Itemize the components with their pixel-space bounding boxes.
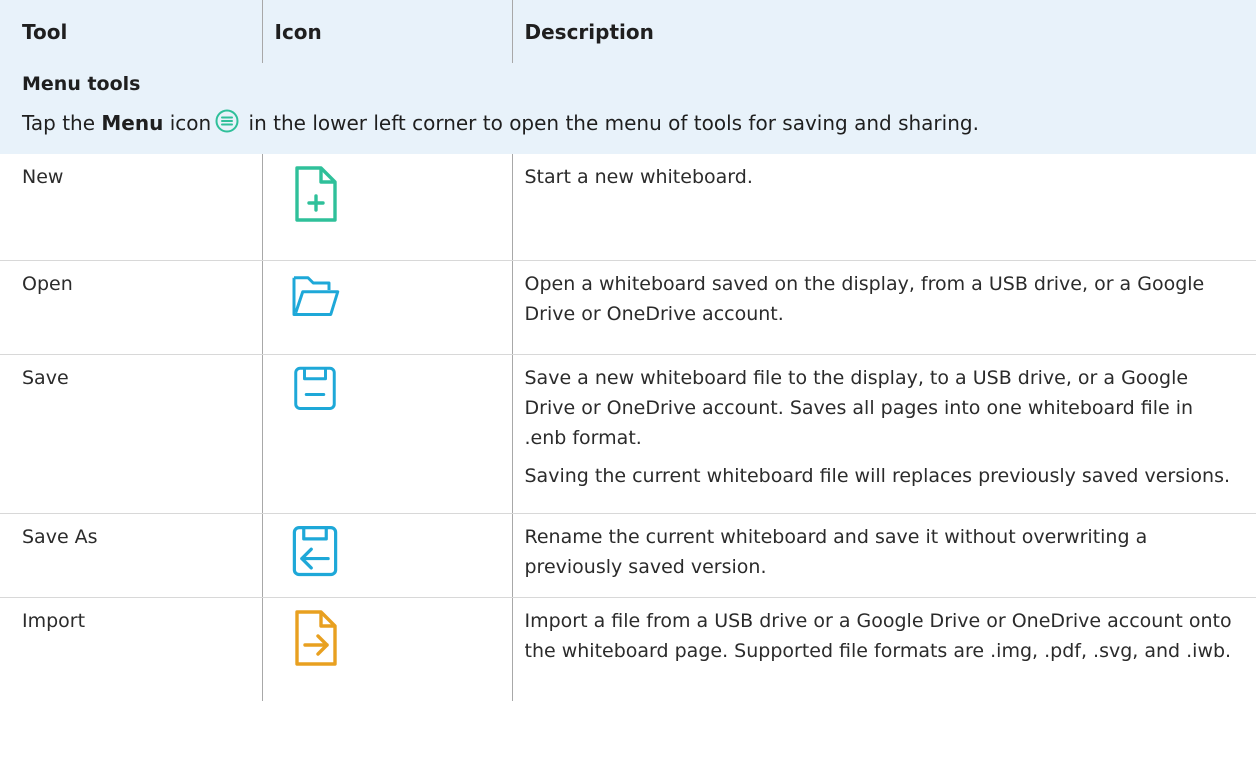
intro-text-pre: Tap the [22, 111, 102, 135]
section-title: Menu tools [0, 63, 1256, 103]
import-file-icon [294, 609, 337, 666]
table-row: Import Import a file from a USB drive or… [0, 597, 1256, 701]
section-intro: Tap the Menu icon in the lower left corn… [0, 103, 1256, 154]
table-header-row: Tool Icon Description [0, 0, 1256, 63]
description-cell: Import a file from a USB drive or a Goog… [512, 597, 1256, 701]
description-text: Start a new whiteboard. [524, 166, 753, 188]
description-text: Rename the current whiteboard and save i… [524, 525, 1148, 578]
description-text: Save a new whiteboard file to the displa… [524, 366, 1194, 449]
table-row: New Start a new whiteboard. [0, 154, 1256, 261]
icon-cell [261, 513, 513, 598]
tool-name: Save [0, 354, 262, 514]
header-description: Description [512, 0, 1256, 63]
document-page: Tool Icon Description Menu tools Tap the… [0, 0, 1256, 761]
section-row: Menu tools [0, 63, 1256, 103]
description-text: Open a whiteboard saved on the display, … [524, 272, 1205, 325]
table-row: Save As Rename the current whiteboard an… [0, 513, 1256, 598]
description-cell: Rename the current whiteboard and save i… [512, 513, 1256, 598]
header-tool: Tool [0, 0, 263, 63]
tools-table: Tool Icon Description Menu tools Tap the… [0, 0, 1256, 701]
description-cell: Save a new whiteboard file to the displa… [512, 354, 1256, 514]
description-text: Saving the current whiteboard file will … [524, 464, 1231, 487]
table-row: Open Open a whiteboard saved on the disp… [0, 260, 1256, 355]
table-row: Save Save a new whiteboard file to the d… [0, 354, 1256, 514]
tool-name: Import [22, 609, 86, 632]
tool-name: Open [0, 260, 262, 355]
description-cell: Start a new whiteboard. [512, 154, 1256, 261]
section-intro-row: Tap the Menu icon in the lower left corn… [0, 103, 1256, 154]
new-file-icon [294, 166, 337, 222]
intro-text-bold: Menu [101, 111, 164, 135]
tool-name: New [0, 154, 262, 261]
save-as-floppy-icon [292, 525, 337, 576]
intro-text-post: in the lower left corner to open the men… [242, 111, 979, 135]
menu-circle-icon [215, 109, 239, 133]
icon-cell [261, 597, 513, 701]
intro-text-mid: icon [163, 111, 212, 135]
open-folder-icon [292, 275, 339, 316]
icon-cell [261, 154, 513, 261]
icon-cell [261, 260, 513, 355]
save-floppy-icon [293, 366, 336, 410]
tool-name: Save As [0, 513, 262, 598]
header-icon: Icon [262, 0, 513, 63]
description-text: Import a file from a USB drive or a Goog… [524, 609, 1232, 662]
icon-cell [261, 354, 513, 514]
description-cell: Open a whiteboard saved on the display, … [512, 260, 1256, 355]
